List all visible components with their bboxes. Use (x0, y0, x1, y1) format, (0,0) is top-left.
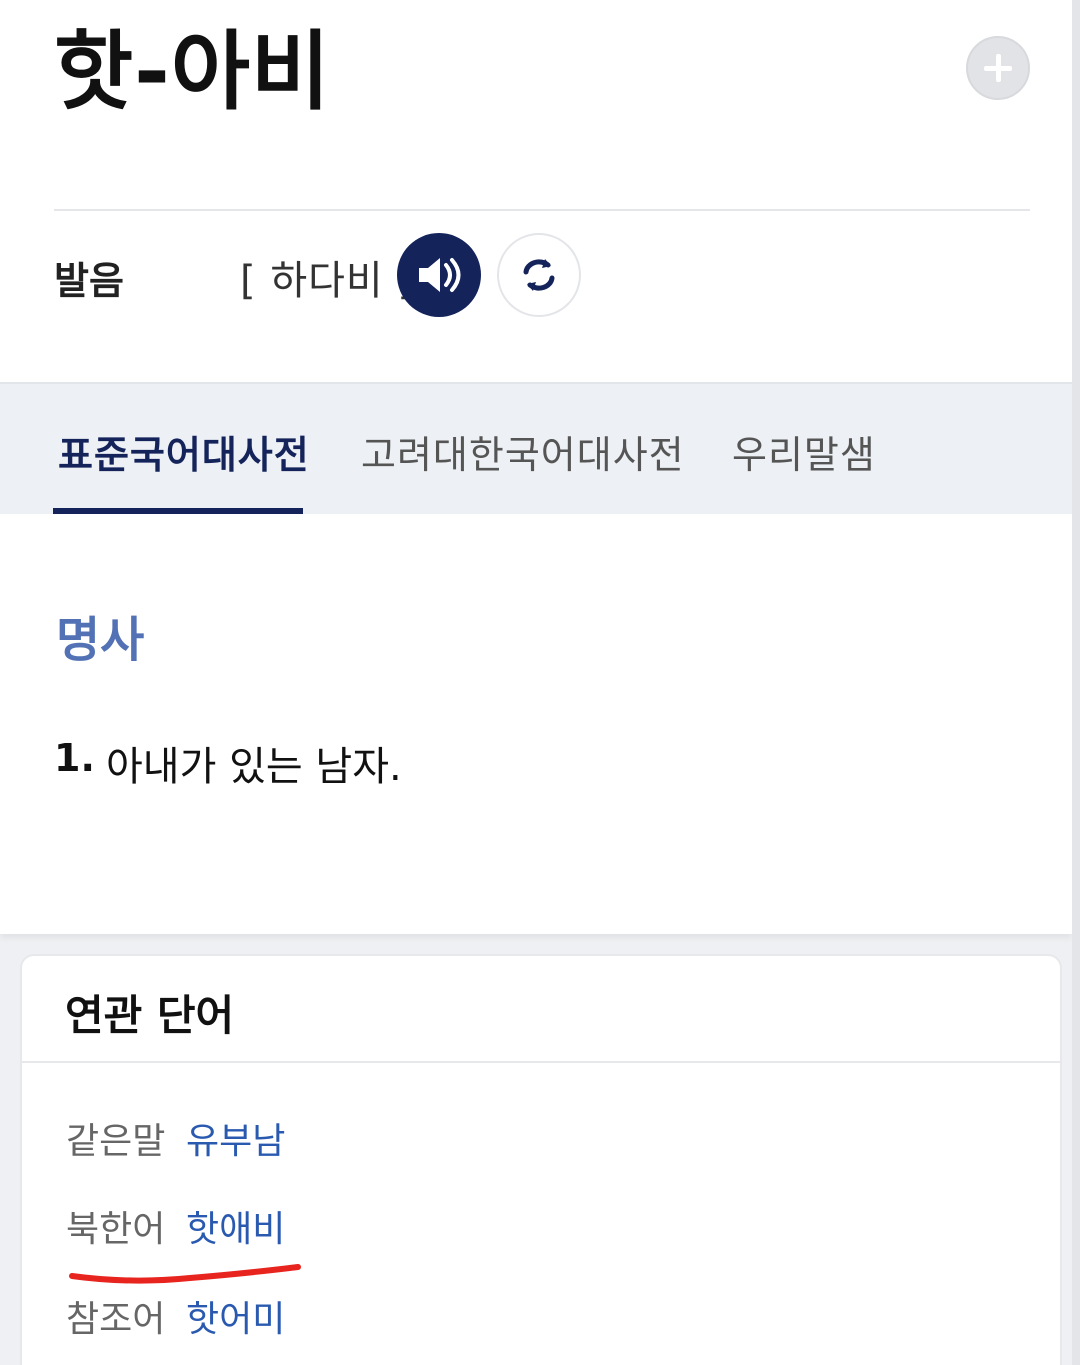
entry-word: 핫-아비 (54, 22, 332, 122)
sense-number: 1. (54, 736, 95, 780)
tab-korea-university-dictionary[interactable]: 고려대한국어대사전 (361, 424, 685, 479)
add-to-wordbook-button[interactable] (966, 36, 1030, 100)
related-divider (22, 1061, 1060, 1063)
dictionary-tabs: 표준국어대사전 고려대한국어대사전 우리말샘 (0, 382, 1072, 515)
entry-header: 핫-아비 발음 [ 하다비 ] (0, 0, 1072, 382)
related-words-title: 연관 단어 (65, 991, 235, 1040)
north-korean-link[interactable]: 핫애비 (186, 1200, 285, 1252)
dictionary-page: 핫-아비 발음 [ 하다비 ] 표준국어대사전 고려대한국어대사전 우리말샘 명… (0, 0, 1072, 1365)
tab-standard-korean-dictionary[interactable]: 표준국어대사전 (58, 424, 310, 479)
synonym-link[interactable]: 유부남 (186, 1112, 285, 1164)
speaker-icon (419, 258, 461, 292)
pronunciation-text: [ 하다비 ] (240, 258, 415, 304)
definition-section: 명사 1. 아내가 있는 남자. (0, 514, 1072, 934)
synonym-label: 같은말 (66, 1121, 166, 1162)
repeat-pronunciation-button[interactable] (497, 233, 581, 317)
north-korean-label: 북한어 (66, 1209, 166, 1250)
replay-icon (523, 259, 555, 291)
reference-link[interactable]: 핫어미 (186, 1290, 285, 1342)
play-pronunciation-button[interactable] (397, 233, 481, 317)
related-words-card: 연관 단어 같은말 유부남 북한어 핫애비 참조어 핫어미 (20, 954, 1062, 1365)
reference-label: 참조어 (66, 1299, 166, 1340)
sense-text: 아내가 있는 남자. (106, 744, 402, 790)
part-of-speech: 명사 (56, 612, 145, 668)
scrollbar[interactable] (1072, 0, 1080, 1365)
header-divider (54, 209, 1030, 211)
pronunciation-label: 발음 (54, 259, 124, 303)
tab-urimalsaem[interactable]: 우리말샘 (732, 424, 876, 479)
